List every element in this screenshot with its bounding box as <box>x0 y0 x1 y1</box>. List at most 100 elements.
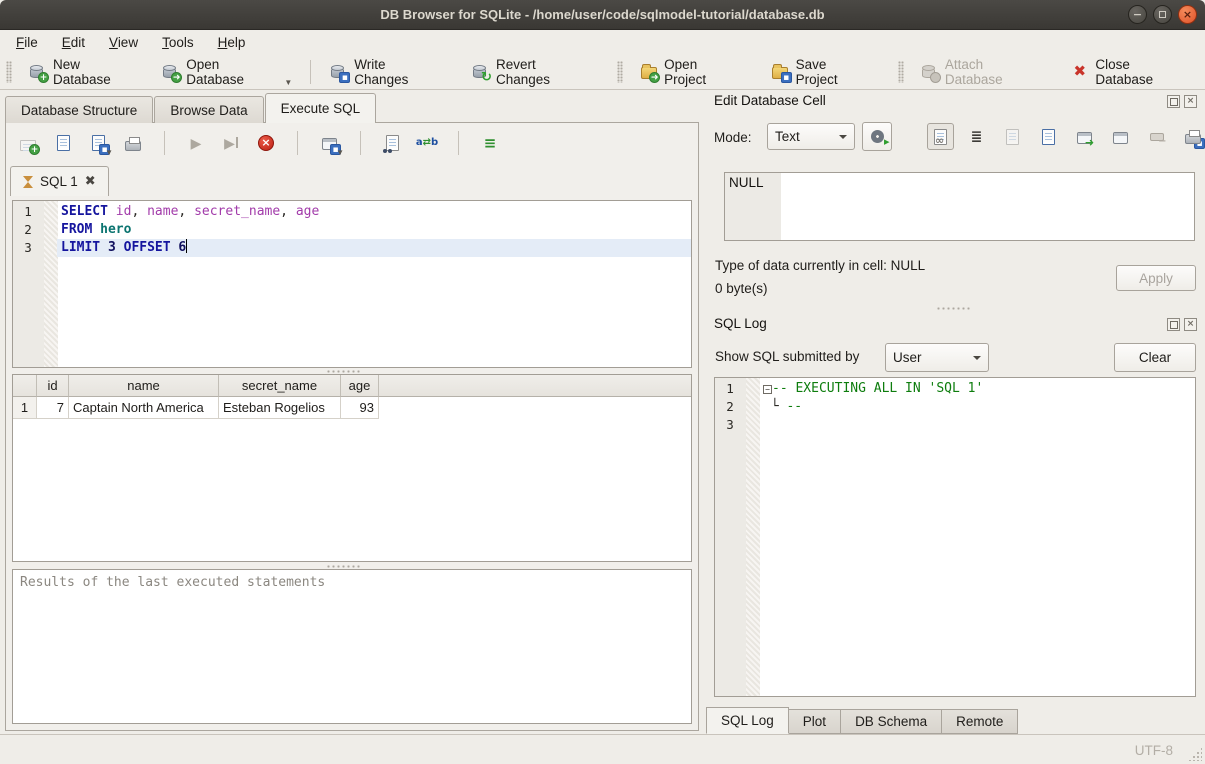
toolbar-grip[interactable] <box>617 61 623 83</box>
close-database-button[interactable]: ✖ Close Database <box>1060 53 1201 91</box>
word-wrap-icon[interactable]: ≣ <box>963 123 990 150</box>
chevron-down-icon <box>973 356 981 360</box>
sql-log-title: SQL Log <box>714 316 767 331</box>
sql-log-view[interactable]: 1−-- EXECUTING ALL IN 'SQL 1'2 └ --3 <box>714 377 1196 697</box>
save-results-icon[interactable]: ▪▼ <box>317 131 341 155</box>
code-line[interactable]: 1SELECT id, name, secret_name, age <box>13 203 691 221</box>
log-filter-select[interactable]: User <box>885 343 989 372</box>
maximize-button[interactable] <box>1153 5 1172 24</box>
execute-all-icon[interactable]: ▶ <box>184 131 208 155</box>
dock-tab-plot[interactable]: Plot <box>789 709 841 734</box>
tab-browse-data[interactable]: Browse Data <box>154 96 263 123</box>
toolbar-separator <box>310 60 311 84</box>
dock-tab-remote[interactable]: Remote <box>942 709 1018 734</box>
table-cell[interactable]: 7 <box>37 397 69 419</box>
table-cell[interactable]: Esteban Rogelios <box>219 397 341 419</box>
save-project-button[interactable]: ▪ Save Project <box>761 53 882 91</box>
tab-execute-sql[interactable]: Execute SQL <box>265 93 377 123</box>
save-project-icon: ▪ <box>771 63 790 81</box>
menu-file[interactable]: File <box>6 33 48 52</box>
format-sql-icon[interactable]: ≡ <box>478 131 502 155</box>
results-grid[interactable]: idnamesecret_nameage17Captain North Amer… <box>12 374 692 562</box>
open-sql-file-icon[interactable] <box>51 131 75 155</box>
mode-select[interactable]: Text <box>767 123 855 150</box>
print-sql-icon[interactable] <box>121 131 145 155</box>
new-database-icon: + <box>28 63 47 81</box>
menu-edit[interactable]: Edit <box>52 33 95 52</box>
resize-grip[interactable] <box>1188 747 1202 761</box>
code-line[interactable]: 3LIMIT 3 OFFSET 6 <box>13 239 691 257</box>
cell-size-info: 0 byte(s) <box>715 281 768 296</box>
menu-tools[interactable]: Tools <box>152 33 204 52</box>
execute-sql-panel: + ▪▼ ▶ ▶ × ▪▼ a⇄b ≡ SQL 1 ✖ <box>5 122 699 731</box>
chevron-down-icon <box>839 135 847 139</box>
write-changes-button[interactable]: ▪ Write Changes <box>319 53 453 91</box>
revert-changes-button[interactable]: ↻ Revert Changes <box>461 53 603 91</box>
log-line[interactable]: 3 <box>715 416 1195 434</box>
close-panel-icon[interactable]: × <box>1184 318 1197 331</box>
sql-log-lines: 1−-- EXECUTING ALL IN 'SQL 1'2 └ --3 <box>715 378 1195 434</box>
log-filter-label: Show SQL submitted by <box>715 349 859 364</box>
apply-button[interactable]: Apply <box>1116 265 1196 291</box>
sql-editor[interactable]: 1SELECT id, name, secret_name, age2FROM … <box>12 200 692 368</box>
dock-tab-db-schema[interactable]: DB Schema <box>841 709 942 734</box>
cell-value-editor[interactable]: NULL <box>724 172 1195 241</box>
fold-collapse-icon[interactable]: − <box>763 385 772 394</box>
sql-document-tab[interactable]: SQL 1 ✖ <box>10 166 109 196</box>
close-button[interactable]: × <box>1178 5 1197 24</box>
open-file-icon[interactable]: ▼ <box>999 123 1026 150</box>
open-database-icon: ➜ <box>161 63 180 81</box>
open-project-icon: ➜ <box>639 63 658 81</box>
toolbar-grip[interactable] <box>898 61 904 83</box>
find-icon[interactable] <box>380 131 404 155</box>
table-cell[interactable]: Captain North America <box>69 397 219 419</box>
table-row[interactable]: 17Captain North AmericaEsteban Rogelios9… <box>13 397 691 419</box>
find-replace-icon[interactable]: a⇄b <box>415 131 439 155</box>
close-panel-icon[interactable]: × <box>1184 95 1197 108</box>
column-header[interactable]: secret_name <box>219 375 341 397</box>
clear-log-button[interactable]: Clear <box>1114 343 1196 372</box>
minimize-button[interactable]: − <box>1128 5 1147 24</box>
menubar: File Edit View Tools Help <box>0 31 1205 54</box>
log-line[interactable]: 2 └ -- <box>715 398 1195 416</box>
column-header[interactable]: age <box>341 375 379 397</box>
execute-current-line-icon[interactable]: ▶ <box>219 131 243 155</box>
new-database-button[interactable]: + New Database <box>18 53 151 91</box>
float-panel-icon[interactable] <box>1167 318 1180 331</box>
link-icon[interactable]: ∞ <box>1107 123 1134 150</box>
menu-help[interactable]: Help <box>208 33 256 52</box>
encoding-indicator: UTF-8 <box>1135 743 1173 758</box>
dock-tab-sql-log[interactable]: SQL Log <box>706 707 789 734</box>
export-icon[interactable]: ➜ <box>1071 123 1098 150</box>
open-database-dropdown-icon[interactable]: ▼ <box>284 78 292 87</box>
mode-label: Mode: <box>714 130 752 145</box>
set-null-icon[interactable] <box>1143 123 1170 150</box>
tab-database-structure[interactable]: Database Structure <box>5 96 153 123</box>
edit-cell-title: Edit Database Cell <box>714 93 826 108</box>
column-header[interactable]: name <box>69 375 219 397</box>
table-cell[interactable]: 93 <box>341 397 379 419</box>
auto-switch-mode-button[interactable] <box>862 122 892 151</box>
code-line[interactable]: 2FROM hero <box>13 221 691 239</box>
titlebar[interactable]: DB Browser for SQLite - /home/user/code/… <box>0 0 1205 30</box>
column-header[interactable]: id <box>37 375 69 397</box>
gear-icon <box>871 130 884 143</box>
open-database-button[interactable]: ➜ Open Database ▼ <box>151 53 302 91</box>
results-message-box[interactable]: Results of the last executed statements <box>12 569 692 724</box>
stop-execution-icon[interactable]: × <box>254 131 278 155</box>
save-sql-file-icon[interactable]: ▪▼ <box>86 131 110 155</box>
splitter-handle[interactable] <box>936 306 970 311</box>
right-dock: Edit Database Cell × Mode: Text ≣ ▼ ▪ ➜ … <box>703 90 1205 735</box>
new-sql-tab-icon[interactable]: + <box>16 131 40 155</box>
window-controls: − × <box>1128 5 1197 24</box>
attach-database-button[interactable]: Attach Database <box>910 53 1054 91</box>
results-message: Results of the last executed statements <box>20 575 325 590</box>
open-project-button[interactable]: ➜ Open Project <box>629 53 752 91</box>
tab-close-icon[interactable]: ✖ <box>85 175 96 188</box>
log-line[interactable]: 1−-- EXECUTING ALL IN 'SQL 1' <box>715 380 1195 398</box>
toolbar-grip[interactable] <box>6 61 12 83</box>
save-as-icon[interactable]: ▪ <box>1035 123 1062 150</box>
float-panel-icon[interactable] <box>1167 95 1180 108</box>
menu-view[interactable]: View <box>99 33 148 52</box>
hourglass-icon <box>23 175 33 189</box>
